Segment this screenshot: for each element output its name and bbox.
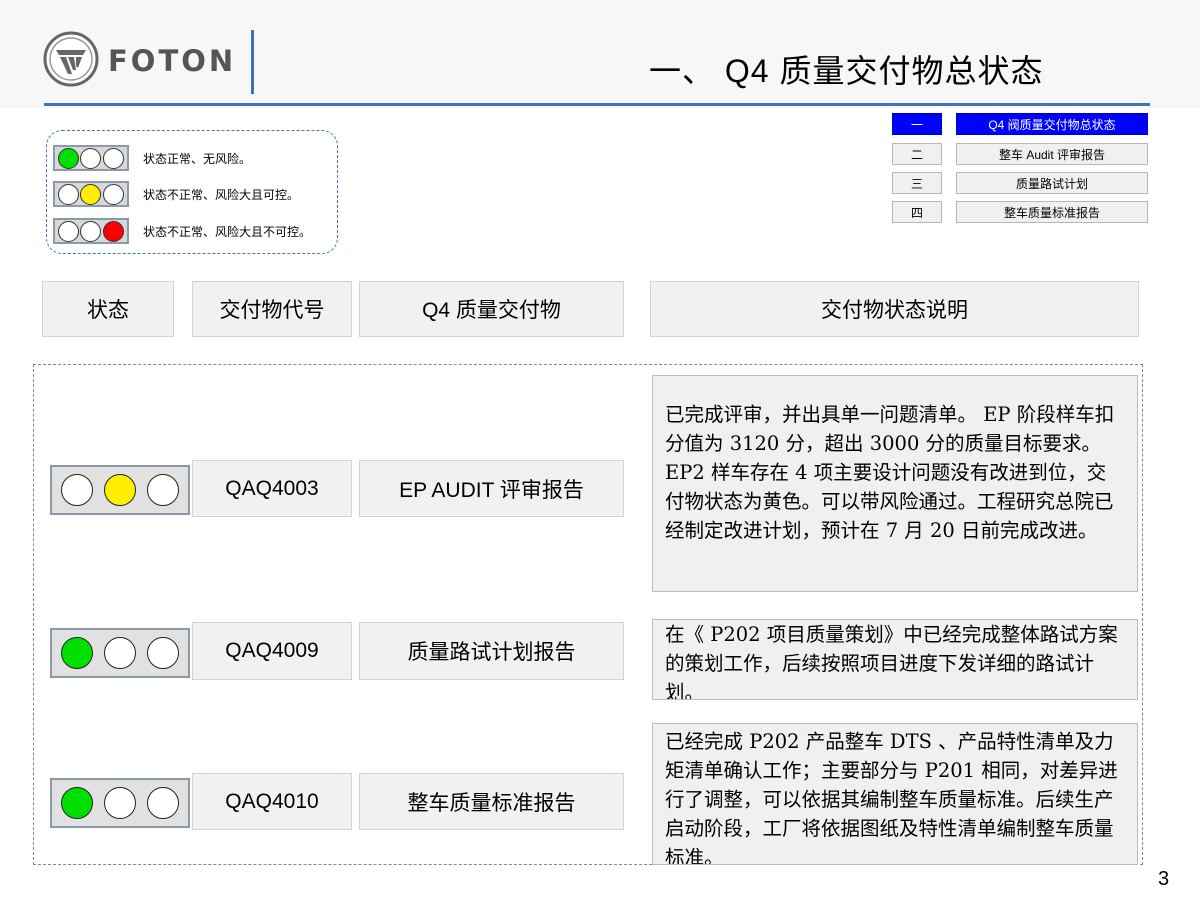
light-icon: [61, 787, 94, 819]
legend-row-green: 状态正常、无风险。: [53, 145, 333, 175]
light-icon: [57, 183, 79, 205]
light-icon: [61, 474, 94, 506]
nav-item-quality-standard[interactable]: 整车质量标准报告: [956, 201, 1148, 223]
legend-row-red: 状态不正常、风险大且不可控。: [53, 218, 333, 248]
page-title: 一、 Q4 质量交付物总状态: [649, 53, 1044, 89]
row-status-traffic-light: [50, 465, 190, 515]
legend-row-yellow: 状态不正常、风险大且可控。: [53, 181, 333, 211]
column-header-description: 交付物状态说明: [650, 281, 1139, 337]
row-deliverable: 整车质量标准报告: [359, 773, 624, 830]
status-legend: 状态正常、无风险。 状态不正常、风险大且可控。 状态不正常、风险大且不可控。: [46, 130, 338, 254]
nav-item-audit-report[interactable]: 整车 Audit 评审报告: [956, 143, 1148, 165]
legend-traffic-light: [53, 181, 129, 207]
header-rule: [44, 103, 1150, 106]
light-icon: [103, 183, 125, 205]
row-description: 已完成评审，并出具单一问题清单。 EP 阶段样车扣分值为 3120 分，超出 3…: [652, 375, 1138, 592]
light-icon: [61, 637, 94, 669]
row-code: QAQ4003: [192, 460, 352, 517]
row-status-traffic-light: [50, 778, 190, 828]
light-icon: [103, 637, 136, 669]
legend-text: 状态不正常、风险大且不可控。: [143, 225, 312, 239]
brand-name: FOTON: [108, 44, 237, 78]
row-description: 在《 P202 项目质量策划》中已经完成整体路试方案的策划工作，后续按照项目进度…: [652, 619, 1138, 700]
legend-text: 状态正常、无风险。: [143, 152, 252, 166]
nav-item-q4-status[interactable]: Q4 阀质量交付物总状态: [956, 113, 1148, 135]
row-deliverable: EP AUDIT 评审报告: [359, 460, 624, 517]
legend-text: 状态不正常、风险大且可控。: [143, 188, 300, 202]
page-number: 3: [1158, 868, 1170, 890]
logo-divider: [251, 30, 254, 94]
light-icon: [80, 183, 102, 205]
nav-num-1[interactable]: 一: [892, 113, 942, 135]
column-header-code: 交付物代号: [192, 281, 352, 337]
light-icon: [80, 147, 102, 169]
light-icon: [57, 220, 79, 242]
nav-item-road-test-plan[interactable]: 质量路试计划: [956, 172, 1148, 194]
row-deliverable: 质量路试计划报告: [359, 622, 624, 680]
row-description: 已经完成 P202 产品整车 DTS 、产品特性清单及力矩清单确认工作；主要部分…: [652, 723, 1138, 865]
light-icon: [57, 147, 79, 169]
nav-num-2[interactable]: 二: [892, 143, 942, 165]
legend-traffic-light: [53, 145, 129, 171]
light-icon: [146, 787, 179, 819]
row-code: QAQ4010: [192, 773, 352, 830]
light-icon: [103, 147, 125, 169]
light-icon: [146, 637, 179, 669]
light-icon: [80, 220, 102, 242]
legend-traffic-light: [53, 218, 129, 244]
column-header-status: 状态: [42, 281, 174, 337]
column-header-deliverable: Q4 质量交付物: [359, 281, 624, 337]
nav-num-3[interactable]: 三: [892, 172, 942, 194]
row-code: QAQ4009: [192, 622, 352, 680]
light-icon: [103, 787, 136, 819]
nav-num-4[interactable]: 四: [892, 201, 942, 223]
light-icon: [103, 220, 125, 242]
row-status-traffic-light: [50, 628, 190, 678]
light-icon: [103, 474, 136, 506]
light-icon: [146, 474, 179, 506]
